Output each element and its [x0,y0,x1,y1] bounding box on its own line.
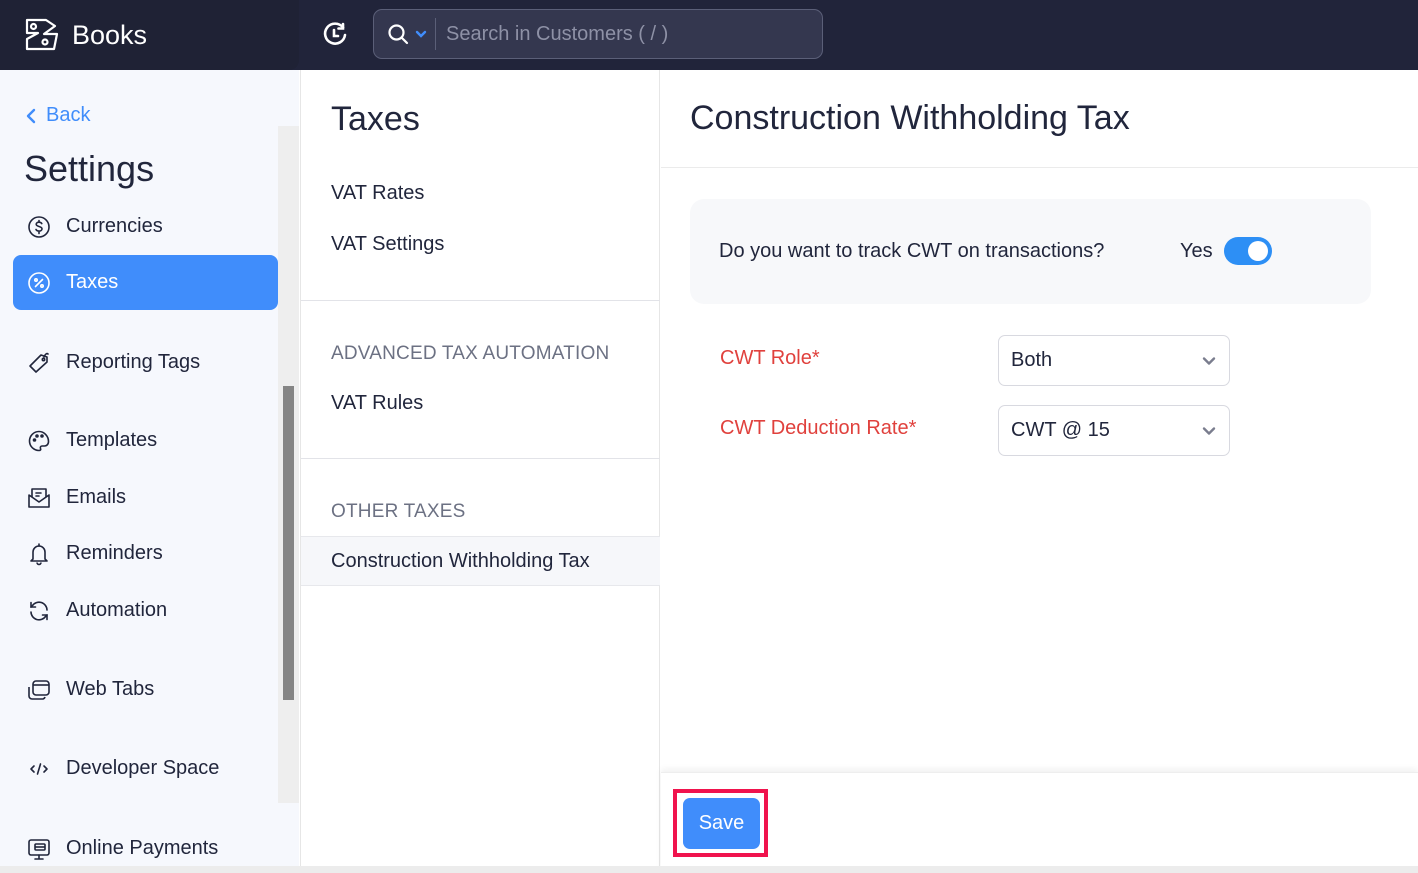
currency-dollar-icon [27,215,51,239]
cwt-role-value: Both [1011,349,1053,371]
main-content: Construction Withholding Tax Do you want… [661,70,1418,873]
books-logo-icon [25,18,59,51]
bottom-scrollbar[interactable] [0,866,1418,873]
sidebar-item-label: Developer Space [66,757,220,779]
subnav-heading-other-taxes: OTHER TAXES [331,501,466,522]
web-tabs-icon [27,678,51,702]
chevron-left-icon [26,108,36,123]
track-cwt-state-label: Yes [1180,240,1213,262]
chevron-down-icon [415,30,427,38]
chevron-down-icon [1202,357,1216,365]
percent-icon [27,271,51,295]
palette-icon [27,429,51,453]
search-box [373,9,823,59]
subnav-link-vat-settings[interactable]: VAT Settings [331,233,444,256]
main-header: Construction Withholding Tax [661,70,1418,168]
cwt-deduction-rate-value: CWT @ 15 [1011,419,1110,441]
track-cwt-toggle[interactable] [1224,237,1272,265]
track-cwt-question: Do you want to track CWT on transactions… [719,240,1105,262]
payment-terminal-icon [27,837,51,861]
form-footer: Save [661,772,1418,873]
sidebar-item-taxes[interactable]: Taxes [13,255,278,310]
brand[interactable]: Books [0,0,299,70]
sidebar-item-label: Taxes [66,271,119,293]
track-cwt-card: Do you want to track CWT on transactions… [690,199,1371,304]
sidebar-item-label: Currencies [66,215,163,237]
search-icon [388,24,409,45]
back-link[interactable]: Back [26,104,90,127]
sidebar-item-label: Templates [66,429,158,451]
back-label: Back [46,104,91,126]
chevron-down-icon [1202,427,1216,435]
sidebar-item-label: Emails [66,486,127,508]
tag-icon [27,351,51,375]
sidebar-item-label: Web Tabs [66,678,155,700]
email-icon [27,486,51,510]
sidebar-item-developer-space[interactable]: Developer Space [13,741,278,796]
toggle-knob [1248,241,1268,261]
sidebar-item-reminders[interactable]: Reminders [13,526,278,581]
sidebar-scrollbar-thumb[interactable] [283,386,294,700]
sidebar-item-templates[interactable]: Templates [13,413,278,468]
subnav-divider [301,300,660,301]
page-title: Construction Withholding Tax [690,99,1130,137]
refresh-icon [27,599,51,623]
cwt-role-label: CWT Role* [720,347,820,369]
subnav-link-vat-rates[interactable]: VAT Rates [331,182,424,205]
search-input[interactable] [436,22,822,46]
sidebar-item-web-tabs[interactable]: Web Tabs [13,662,278,717]
sidebar-item-label: Automation [66,599,168,621]
subnav-link-construction-withholding-tax[interactable]: Construction Withholding Tax [301,536,660,586]
code-icon [27,757,51,781]
sidebar-item-emails[interactable]: Emails [13,470,278,525]
sidebar-item-label: Reporting Tags [66,351,201,373]
sidebar-item-currencies[interactable]: Currencies [13,199,278,254]
settings-title: Settings [24,148,155,189]
settings-sidebar: Back Settings Currencies Taxes Reporting… [0,70,299,873]
brand-name: Books [72,19,148,50]
cwt-deduction-rate-select[interactable]: CWT @ 15 [998,405,1230,456]
save-button[interactable]: Save [683,798,760,849]
sidebar-item-label: Reminders [66,542,163,564]
search-scope-toggle[interactable] [374,10,427,58]
cwt-deduction-rate-label: CWT Deduction Rate* [720,417,917,439]
sidebar-item-automation[interactable]: Automation [13,583,278,638]
recent-history-button[interactable] [318,18,352,52]
bell-icon [27,542,51,566]
top-bar: Books [0,0,1418,70]
subnav-link-vat-rules[interactable]: VAT Rules [331,392,423,415]
taxes-title: Taxes [331,100,420,138]
subnav-heading-advanced: ADVANCED TAX AUTOMATION [331,343,610,364]
sidebar-item-reporting-tags[interactable]: Reporting Tags [13,335,278,390]
subnav-divider [301,458,660,459]
cwt-role-select[interactable]: Both [998,335,1230,386]
taxes-subnav: Taxes VAT Rates VAT Settings ADVANCED TA… [300,70,660,873]
history-icon [323,22,347,45]
sidebar-item-label: Online Payments [66,837,219,859]
